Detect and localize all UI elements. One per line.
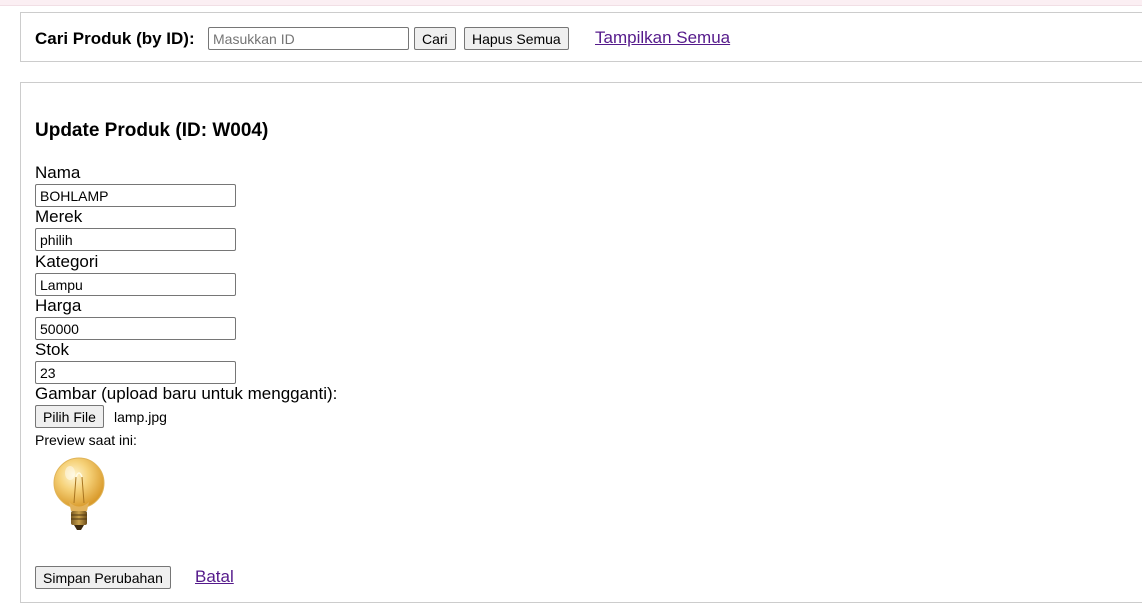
choose-file-button[interactable]: Pilih File [35, 405, 104, 428]
show-all-link[interactable]: Tampilkan Semua [595, 28, 730, 48]
light-bulb-icon [53, 457, 105, 530]
save-changes-button[interactable]: Simpan Perubahan [35, 566, 171, 589]
image-upload-label: Gambar (upload baru untuk mengganti): [35, 384, 338, 403]
search-label: Cari Produk (by ID): [35, 29, 195, 48]
brand-input[interactable] [35, 228, 236, 251]
cancel-link[interactable]: Batal [195, 567, 234, 587]
update-product-form: Update Produk (ID: W004) Nama Merek Kate… [20, 82, 1142, 603]
price-input[interactable] [35, 317, 236, 340]
search-section: Cari Produk (by ID): Cari Hapus Semua Ta… [20, 12, 1142, 62]
name-label: Nama [35, 163, 81, 182]
price-label: Harga [35, 296, 82, 315]
page-top-accent [0, 0, 1142, 6]
stock-label: Stok [35, 340, 70, 359]
category-label: Kategori [35, 252, 99, 271]
preview-label: Preview saat ini: [35, 432, 137, 448]
search-id-input[interactable] [208, 27, 409, 50]
category-input[interactable] [35, 273, 236, 296]
selected-file-name: lamp.jpg [114, 409, 167, 425]
stock-input[interactable] [35, 361, 236, 384]
delete-all-button[interactable]: Hapus Semua [464, 27, 569, 50]
name-input[interactable] [35, 184, 236, 207]
search-button[interactable]: Cari [414, 27, 456, 50]
form-title: Update Produk (ID: W004) [35, 120, 269, 141]
brand-label: Merek [35, 207, 83, 226]
